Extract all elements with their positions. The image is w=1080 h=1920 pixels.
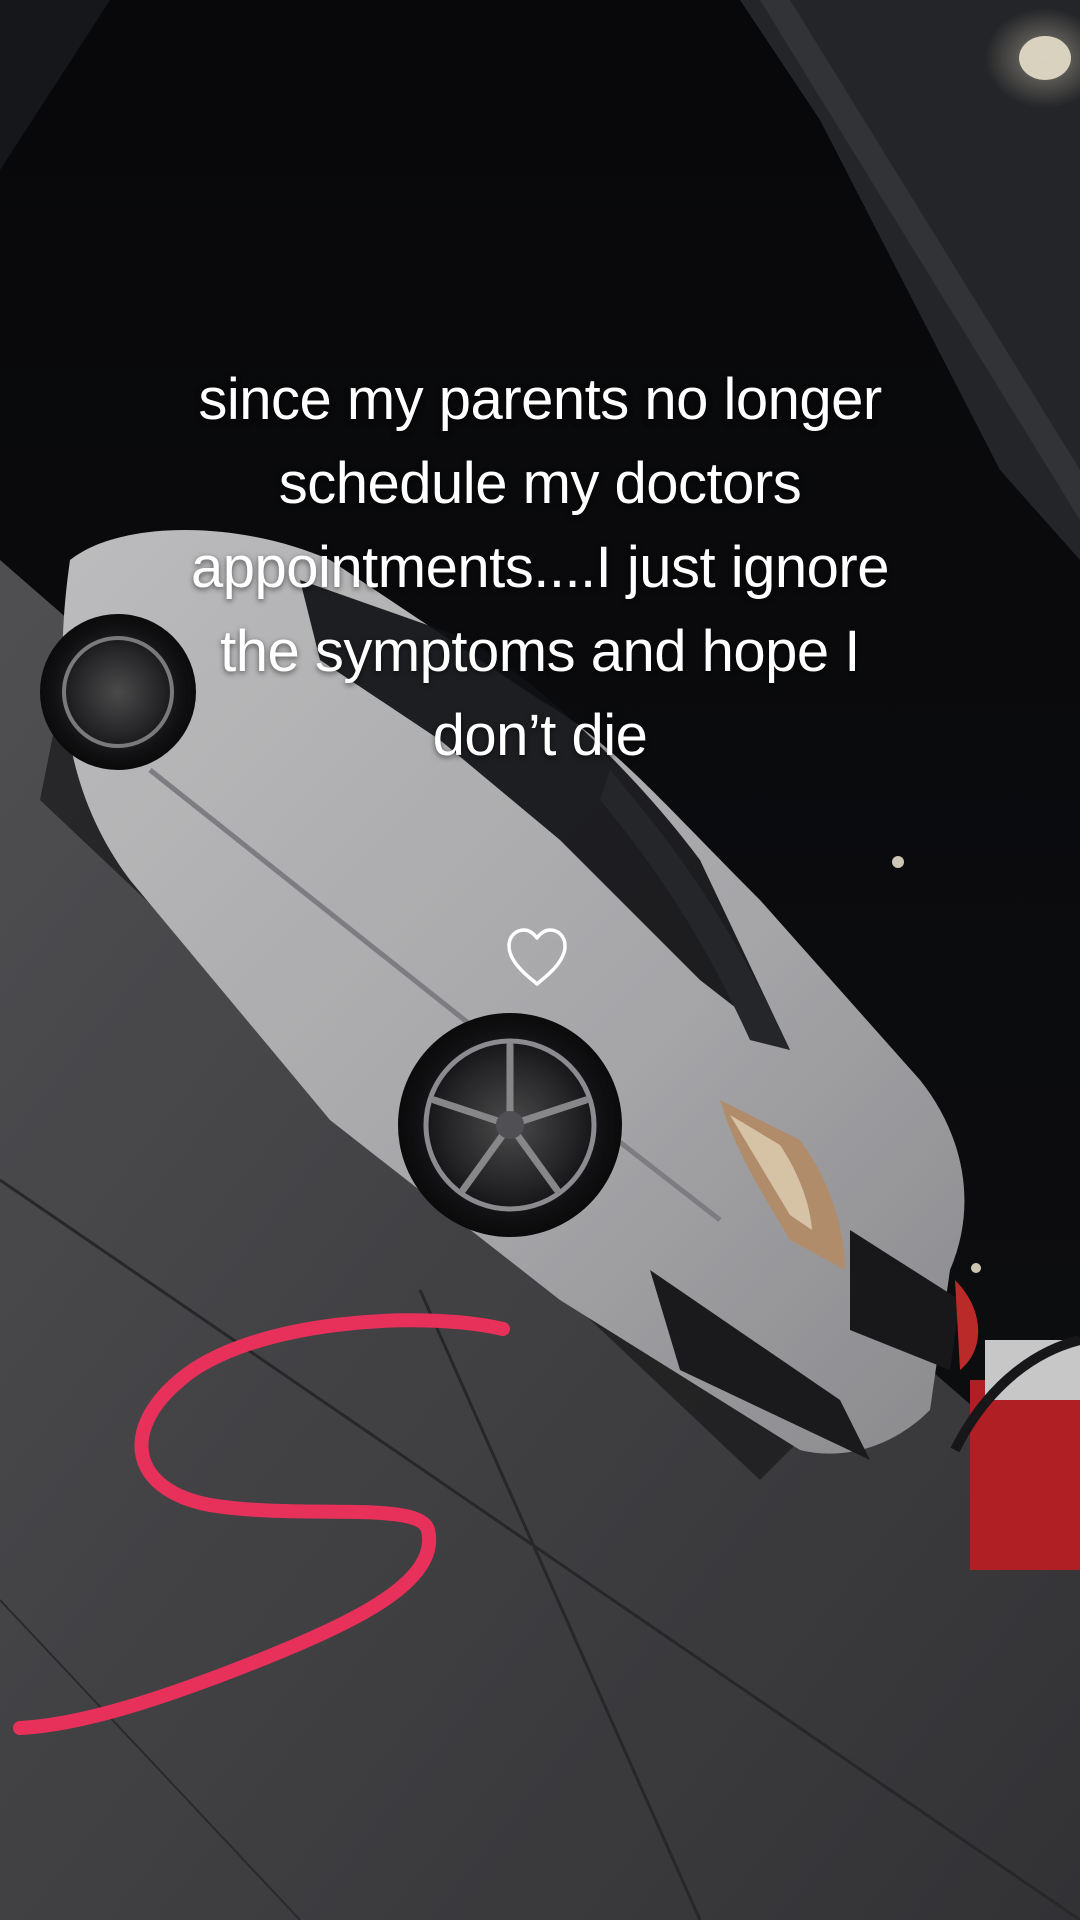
story-caption: since my parents no longer schedule my d…: [190, 367, 890, 768]
story-view[interactable]: since my parents no longer schedule my d…: [0, 0, 1080, 1920]
heart-outline-icon[interactable]: [503, 924, 571, 992]
